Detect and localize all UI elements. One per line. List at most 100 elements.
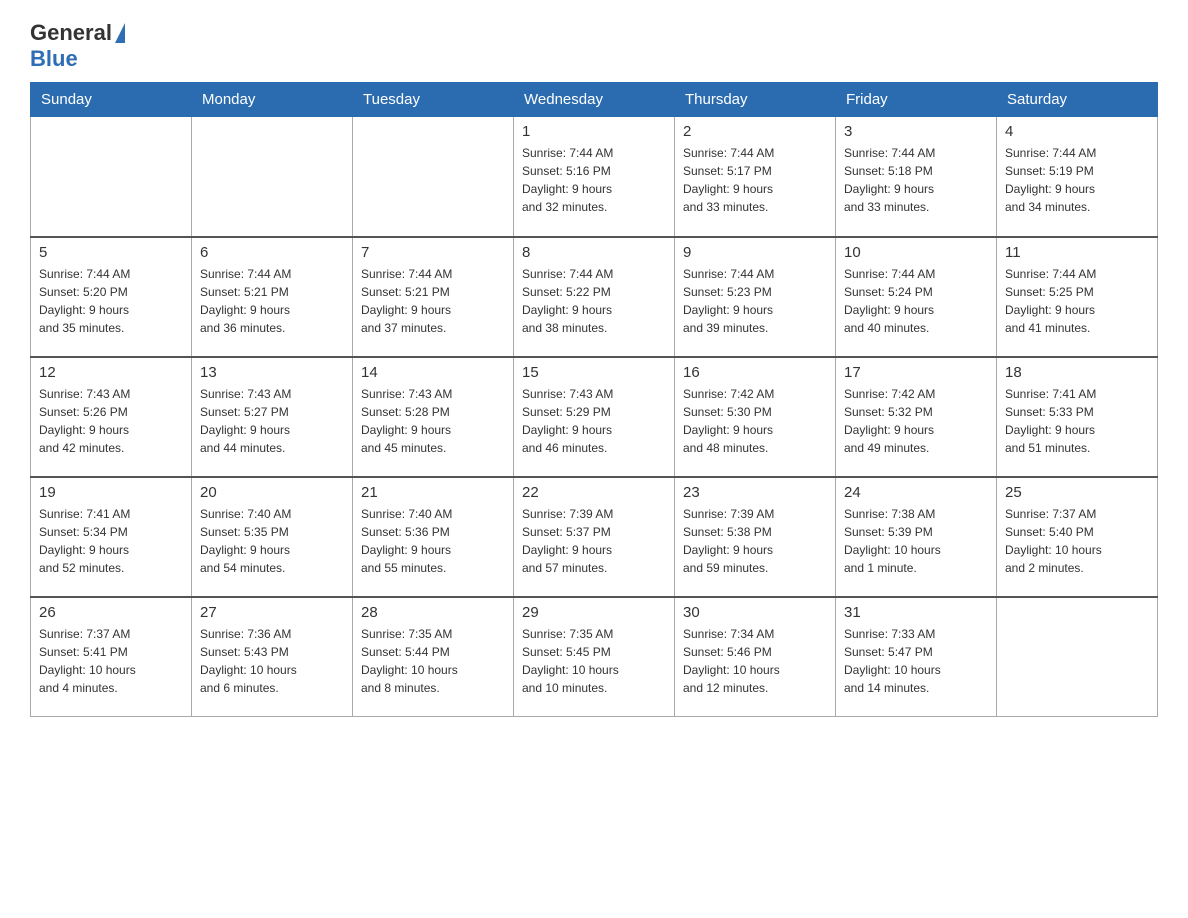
day-number: 1 — [522, 123, 666, 140]
calendar-cell: 25 Sunrise: 7:37 AM Sunset: 5:40 PM Dayli… — [997, 477, 1158, 597]
day-info: Sunrise: 7:44 AM Sunset: 5:20 PM Dayligh… — [39, 265, 183, 337]
calendar-week-row: 1 Sunrise: 7:44 AM Sunset: 5:16 PM Daylig… — [31, 117, 1158, 237]
day-info: Sunrise: 7:43 AM Sunset: 5:26 PM Dayligh… — [39, 385, 183, 457]
day-number: 29 — [522, 604, 666, 621]
day-number: 6 — [200, 244, 344, 261]
day-info: Sunrise: 7:44 AM Sunset: 5:25 PM Dayligh… — [1005, 265, 1149, 337]
calendar-cell: 24Sunrise: 7:38 AM Sunset: 5:39 PM Dayli… — [836, 477, 997, 597]
calendar-cell: 20 Sunrise: 7:40 AM Sunset: 5:35 PM Dayli… — [192, 477, 353, 597]
day-info: Sunrise: 7:34 AM Sunset: 5:46 PM Dayligh… — [683, 625, 827, 697]
calendar-cell: 10 Sunrise: 7:44 AM Sunset: 5:24 PM Dayli… — [836, 237, 997, 357]
calendar-cell: 11 Sunrise: 7:44 AM Sunset: 5:25 PM Dayli… — [997, 237, 1158, 357]
calendar-cell: 22Sunrise: 7:39 AM Sunset: 5:37 PM Dayli… — [514, 477, 675, 597]
calendar-cell: 29Sunrise: 7:35 AM Sunset: 5:45 PM Dayli… — [514, 597, 675, 717]
day-number: 31 — [844, 604, 988, 621]
calendar-table: SundayMondayTuesdayWednesdayThursdayFrid… — [30, 82, 1158, 717]
day-info: Sunrise: 7:40 AM Sunset: 5:36 PM Dayligh… — [361, 505, 505, 577]
day-number: 2 — [683, 123, 827, 140]
calendar-cell: 12Sunrise: 7:43 AM Sunset: 5:26 PM Dayli… — [31, 357, 192, 477]
day-info: Sunrise: 7:37 AM Sunset: 5:41 PM Dayligh… — [39, 625, 183, 697]
calendar-cell: 6Sunrise: 7:44 AM Sunset: 5:21 PM Daylig… — [192, 237, 353, 357]
day-of-week-header: Saturday — [997, 83, 1158, 117]
calendar-cell: 31 Sunrise: 7:33 AM Sunset: 5:47 PM Dayli… — [836, 597, 997, 717]
day-of-week-header: Friday — [836, 83, 997, 117]
day-number: 8 — [522, 244, 666, 261]
calendar-cell: 5 Sunrise: 7:44 AM Sunset: 5:20 PM Daylig… — [31, 237, 192, 357]
day-number: 25 — [1005, 484, 1149, 501]
day-number: 20 — [200, 484, 344, 501]
day-number: 7 — [361, 244, 505, 261]
logo-general-text: General — [30, 20, 112, 46]
calendar-cell: 18 Sunrise: 7:41 AM Sunset: 5:33 PM Dayli… — [997, 357, 1158, 477]
logo: GeneralBlue — [30, 20, 125, 72]
day-info: Sunrise: 7:41 AM Sunset: 5:34 PM Dayligh… — [39, 505, 183, 577]
calendar-cell: 7 Sunrise: 7:44 AM Sunset: 5:21 PM Daylig… — [353, 237, 514, 357]
day-number: 3 — [844, 123, 988, 140]
day-info: Sunrise: 7:37 AM Sunset: 5:40 PM Dayligh… — [1005, 505, 1149, 577]
day-number: 16 — [683, 364, 827, 381]
day-info: Sunrise: 7:44 AM Sunset: 5:24 PM Dayligh… — [844, 265, 988, 337]
day-info: Sunrise: 7:35 AM Sunset: 5:44 PM Dayligh… — [361, 625, 505, 697]
calendar-cell: 1 Sunrise: 7:44 AM Sunset: 5:16 PM Daylig… — [514, 117, 675, 237]
day-info: Sunrise: 7:44 AM Sunset: 5:19 PM Dayligh… — [1005, 144, 1149, 216]
calendar-cell: 14Sunrise: 7:43 AM Sunset: 5:28 PM Dayli… — [353, 357, 514, 477]
calendar-cell: 27 Sunrise: 7:36 AM Sunset: 5:43 PM Dayli… — [192, 597, 353, 717]
day-info: Sunrise: 7:44 AM Sunset: 5:22 PM Dayligh… — [522, 265, 666, 337]
calendar-cell: 17Sunrise: 7:42 AM Sunset: 5:32 PM Dayli… — [836, 357, 997, 477]
calendar-week-row: 5 Sunrise: 7:44 AM Sunset: 5:20 PM Daylig… — [31, 237, 1158, 357]
day-info: Sunrise: 7:40 AM Sunset: 5:35 PM Dayligh… — [200, 505, 344, 577]
day-number: 5 — [39, 244, 183, 261]
calendar-cell — [353, 117, 514, 237]
calendar-week-row: 26 Sunrise: 7:37 AM Sunset: 5:41 PM Dayli… — [31, 597, 1158, 717]
calendar-cell: 2 Sunrise: 7:44 AM Sunset: 5:17 PM Daylig… — [675, 117, 836, 237]
day-info: Sunrise: 7:39 AM Sunset: 5:37 PM Dayligh… — [522, 505, 666, 577]
day-number: 19 — [39, 484, 183, 501]
day-info: Sunrise: 7:44 AM Sunset: 5:17 PM Dayligh… — [683, 144, 827, 216]
day-number: 24 — [844, 484, 988, 501]
day-of-week-header: Sunday — [31, 83, 192, 117]
calendar-cell: 9 Sunrise: 7:44 AM Sunset: 5:23 PM Daylig… — [675, 237, 836, 357]
calendar-cell: 8 Sunrise: 7:44 AM Sunset: 5:22 PM Daylig… — [514, 237, 675, 357]
day-of-week-header: Tuesday — [353, 83, 514, 117]
day-info: Sunrise: 7:42 AM Sunset: 5:30 PM Dayligh… — [683, 385, 827, 457]
day-info: Sunrise: 7:44 AM Sunset: 5:23 PM Dayligh… — [683, 265, 827, 337]
calendar-cell: 23Sunrise: 7:39 AM Sunset: 5:38 PM Dayli… — [675, 477, 836, 597]
day-info: Sunrise: 7:42 AM Sunset: 5:32 PM Dayligh… — [844, 385, 988, 457]
day-number: 26 — [39, 604, 183, 621]
day-info: Sunrise: 7:44 AM Sunset: 5:21 PM Dayligh… — [361, 265, 505, 337]
day-number: 4 — [1005, 123, 1149, 140]
day-of-week-header: Monday — [192, 83, 353, 117]
day-info: Sunrise: 7:44 AM Sunset: 5:16 PM Dayligh… — [522, 144, 666, 216]
calendar-cell: 3 Sunrise: 7:44 AM Sunset: 5:18 PM Daylig… — [836, 117, 997, 237]
day-info: Sunrise: 7:36 AM Sunset: 5:43 PM Dayligh… — [200, 625, 344, 697]
day-number: 13 — [200, 364, 344, 381]
day-of-week-header: Wednesday — [514, 83, 675, 117]
calendar-cell — [997, 597, 1158, 717]
logo-blue-text: Blue — [30, 46, 78, 71]
day-number: 10 — [844, 244, 988, 261]
day-number: 18 — [1005, 364, 1149, 381]
day-number: 11 — [1005, 244, 1149, 261]
calendar-week-row: 19 Sunrise: 7:41 AM Sunset: 5:34 PM Dayli… — [31, 477, 1158, 597]
day-info: Sunrise: 7:44 AM Sunset: 5:18 PM Dayligh… — [844, 144, 988, 216]
calendar-cell — [192, 117, 353, 237]
logo-triangle-icon — [115, 23, 125, 43]
day-number: 30 — [683, 604, 827, 621]
calendar-week-row: 12Sunrise: 7:43 AM Sunset: 5:26 PM Dayli… — [31, 357, 1158, 477]
calendar-cell: 28Sunrise: 7:35 AM Sunset: 5:44 PM Dayli… — [353, 597, 514, 717]
calendar-cell: 4 Sunrise: 7:44 AM Sunset: 5:19 PM Daylig… — [997, 117, 1158, 237]
day-number: 15 — [522, 364, 666, 381]
calendar-cell: 19 Sunrise: 7:41 AM Sunset: 5:34 PM Dayli… — [31, 477, 192, 597]
calendar-cell: 13Sunrise: 7:43 AM Sunset: 5:27 PM Dayli… — [192, 357, 353, 477]
day-number: 27 — [200, 604, 344, 621]
calendar-header-row: SundayMondayTuesdayWednesdayThursdayFrid… — [31, 83, 1158, 117]
calendar-cell: 21Sunrise: 7:40 AM Sunset: 5:36 PM Dayli… — [353, 477, 514, 597]
calendar-cell: 16 Sunrise: 7:42 AM Sunset: 5:30 PM Dayli… — [675, 357, 836, 477]
page-header: GeneralBlue — [30, 20, 1158, 72]
day-of-week-header: Thursday — [675, 83, 836, 117]
calendar-cell — [31, 117, 192, 237]
day-number: 9 — [683, 244, 827, 261]
day-info: Sunrise: 7:33 AM Sunset: 5:47 PM Dayligh… — [844, 625, 988, 697]
day-info: Sunrise: 7:41 AM Sunset: 5:33 PM Dayligh… — [1005, 385, 1149, 457]
day-number: 23 — [683, 484, 827, 501]
